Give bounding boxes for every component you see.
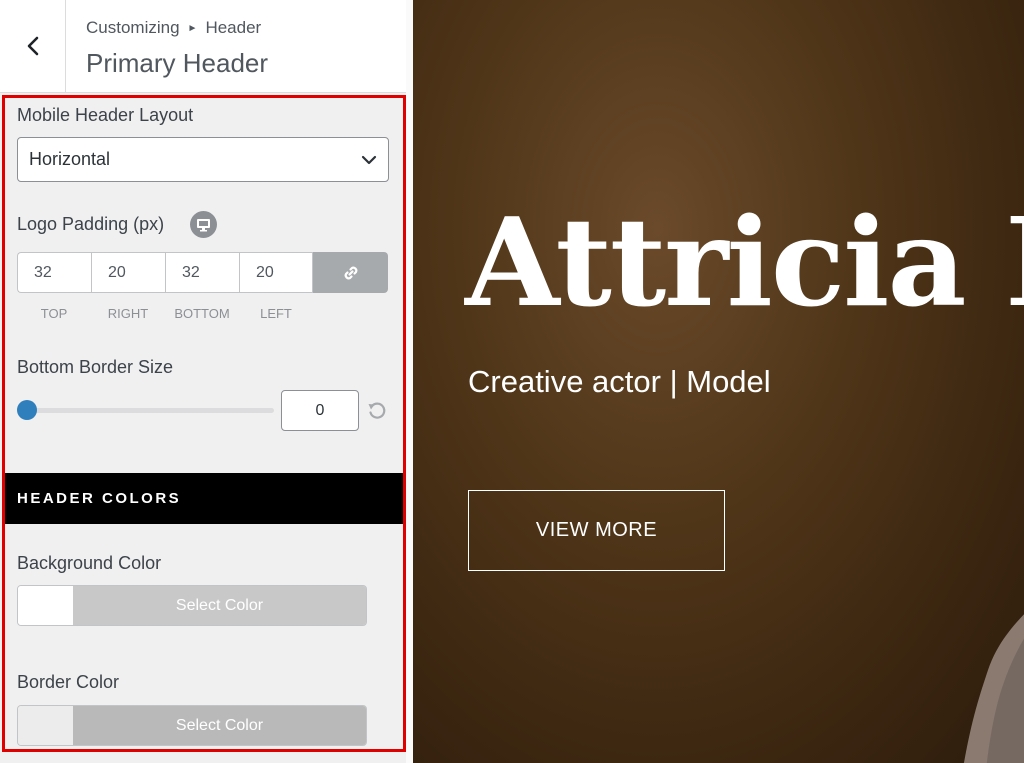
padding-side-label: BOTTOM [174,306,230,321]
device-toggle-button[interactable] [190,211,217,238]
mobile-header-layout-select[interactable]: Horizontal [17,137,389,182]
chevron-left-icon [27,36,38,56]
logo-padding-label: Logo Padding (px) [17,214,165,234]
customizer-panel: Customizing ► Header Primary Header Mobi… [0,0,413,763]
page-title: Primary Header [86,48,269,78]
breadcrumb-item: Customizing [86,18,180,37]
breadcrumb-separator-icon: ► [187,22,198,34]
padding-left-input[interactable]: 20 [239,252,313,293]
select-color-label: Select Color [73,706,366,745]
panel-header: Customizing ► Header Primary Header [0,0,406,93]
reset-icon[interactable] [366,400,388,422]
border-color-label: Border Color [17,672,120,692]
border-size-slider-track[interactable] [27,408,274,413]
mobile-header-layout-label: Mobile Header Layout [17,105,194,125]
view-more-button[interactable]: VIEW MORE [468,490,725,571]
chevron-down-icon [361,155,377,165]
background-color-button[interactable]: Select Color [17,585,367,626]
padding-right-input[interactable]: 20 [91,252,165,293]
desktop-icon [197,218,210,231]
logo-padding-inputs: 32 20 32 20 [17,252,388,293]
background-color-swatch [18,586,73,625]
background-color-label: Background Color [17,553,162,573]
link-icon [344,266,357,279]
breadcrumb: Customizing ► Header [86,18,261,38]
person-figure-image [963,614,1024,763]
padding-bottom-input[interactable]: 32 [165,252,239,293]
border-color-swatch [18,706,73,745]
padding-side-label: RIGHT [107,306,149,321]
select-color-label: Select Color [73,586,366,625]
back-button[interactable] [0,0,66,92]
panel-scrollbar[interactable] [406,0,413,763]
bottom-border-size-label: Bottom Border Size [17,357,174,377]
border-color-button[interactable]: Select Color [17,705,367,746]
padding-side-label: TOP [40,306,68,321]
padding-side-labels: TOP RIGHT BOTTOM LEFT [17,306,313,321]
padding-side-label: LEFT [260,306,292,321]
border-size-slider-thumb[interactable] [17,400,37,420]
breadcrumb-item: Header [205,18,262,37]
link-values-button[interactable] [313,252,388,293]
hero-title: Attricia Ke [465,190,1024,334]
site-preview: Attricia Ke Creative actor | Model VIEW … [413,0,1024,763]
border-size-input[interactable]: 0 [281,390,359,431]
select-value: Horizontal [29,149,111,169]
hero-subtitle: Creative actor | Model [468,364,771,399]
header-colors-section: HEADER COLORS [2,473,406,524]
padding-top-input[interactable]: 32 [17,252,91,293]
